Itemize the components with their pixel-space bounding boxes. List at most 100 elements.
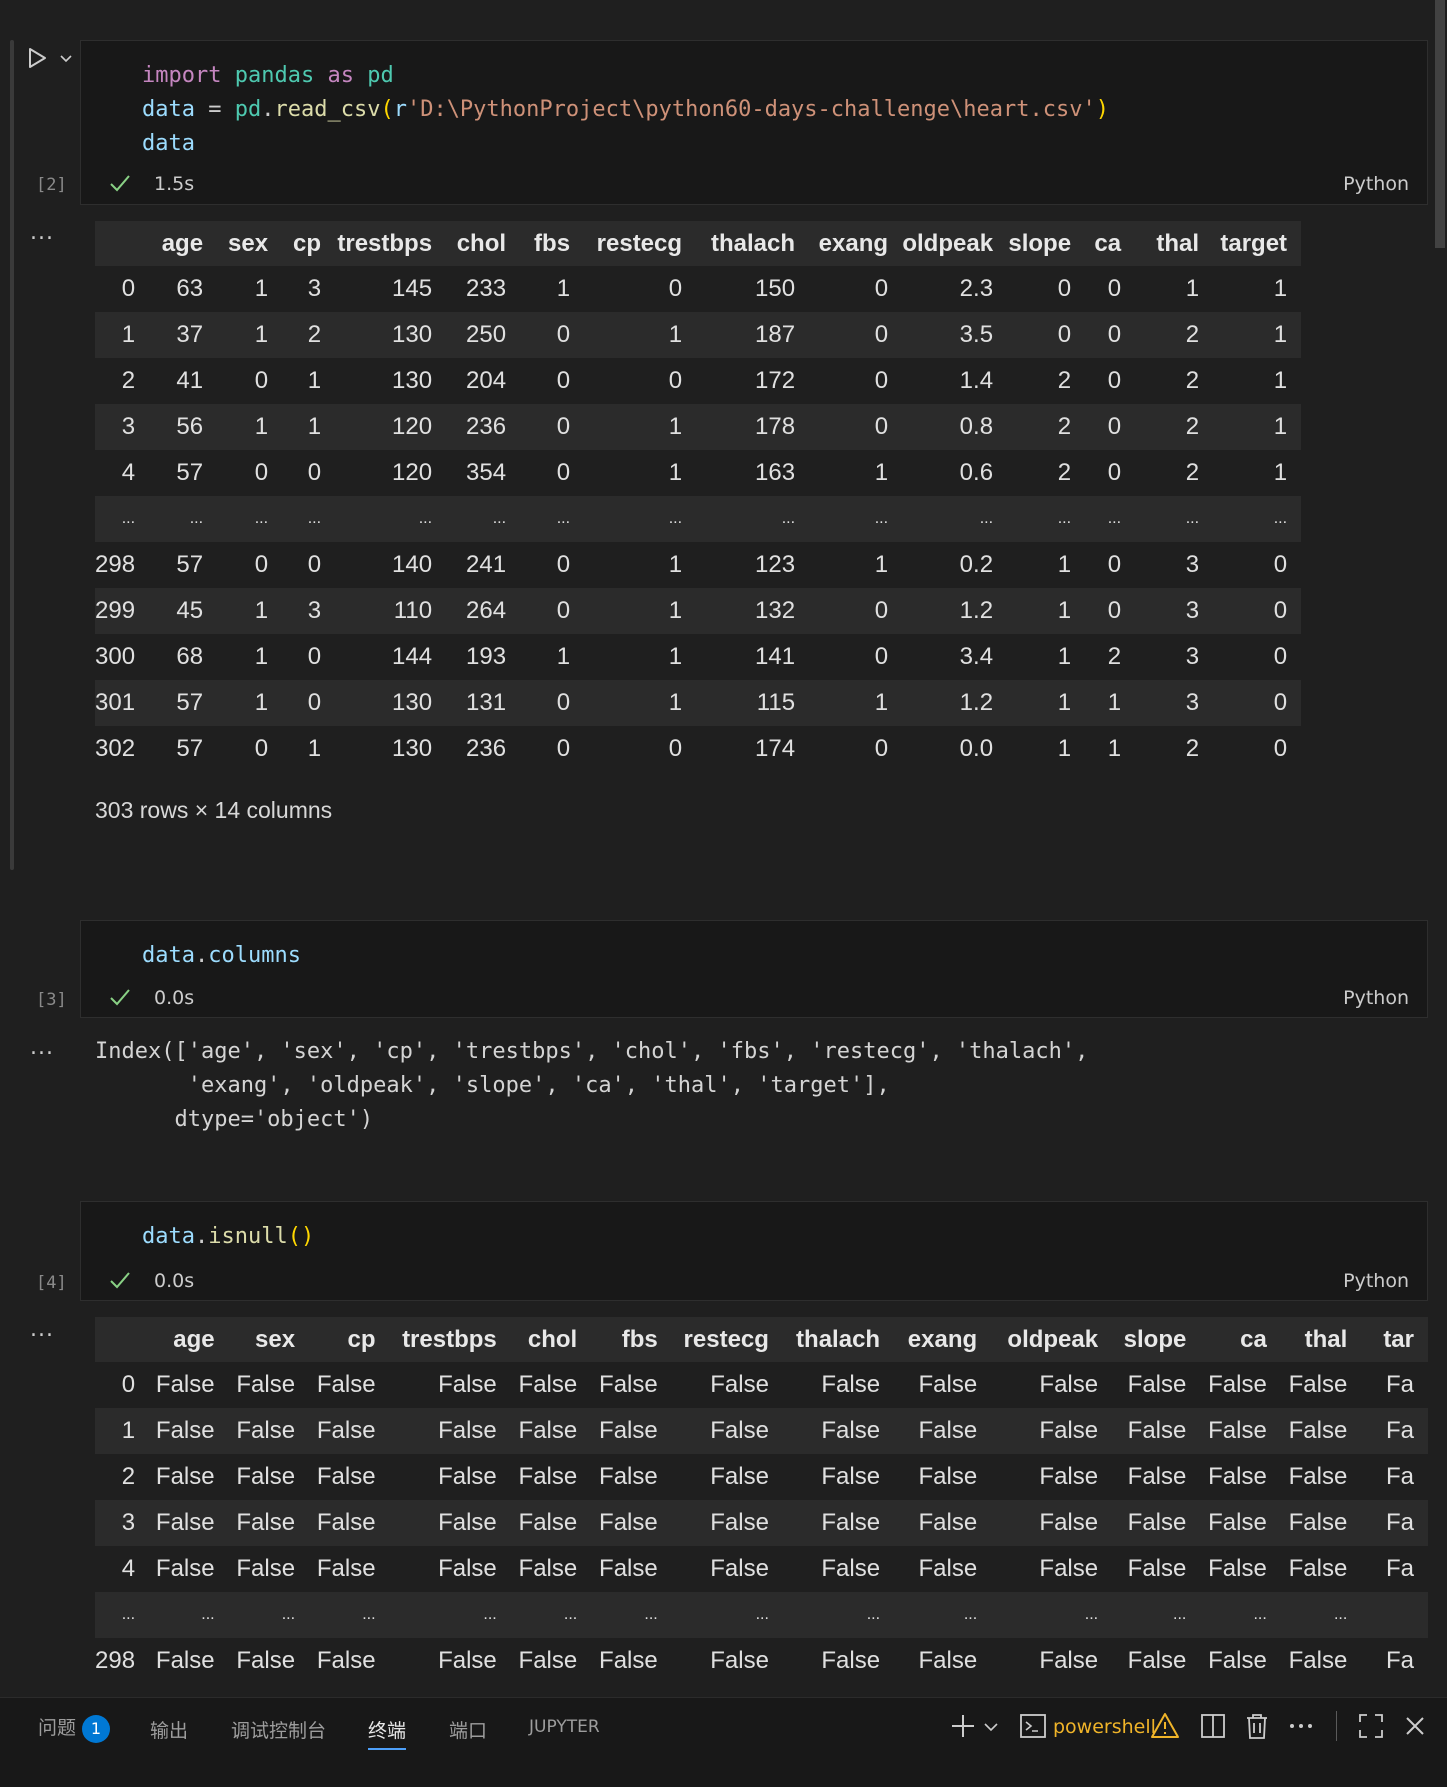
scrollbar-thumb[interactable] <box>1435 0 1445 248</box>
warning-icon[interactable] <box>1150 1711 1180 1741</box>
problems-count-badge: 1 <box>82 1714 111 1743</box>
tab-ports[interactable]: 端口 <box>449 1716 487 1752</box>
language-label[interactable]: Python <box>1343 1270 1409 1292</box>
language-label[interactable]: Python <box>1343 987 1409 1009</box>
table-row: 0 63 1 3 145 233 1 0 150 0 2.3 0 0 1 1 <box>95 266 1302 312</box>
table-cell: 1 <box>282 404 336 450</box>
chevron-down-icon[interactable] <box>58 50 74 66</box>
vertical-scrollbar[interactable] <box>1433 0 1447 1700</box>
column-header: slope <box>1112 1317 1201 1362</box>
check-icon <box>110 989 130 1006</box>
table-cell: False <box>1280 1408 1362 1454</box>
table-cell: False <box>1280 1546 1362 1592</box>
table-cell: False <box>991 1546 1113 1592</box>
check-icon <box>110 175 130 192</box>
table-cell: 0 <box>1213 634 1302 680</box>
execution-time: 1.5s <box>154 173 195 195</box>
plus-icon[interactable] <box>948 1711 978 1741</box>
table-cell: 178 <box>696 404 810 450</box>
table-cell: False <box>782 1408 895 1454</box>
execution-count: [2] <box>36 175 67 195</box>
tab-output[interactable]: 输出 <box>150 1716 188 1752</box>
table-cell: 1 <box>1007 680 1086 726</box>
table-row: 4 57 0 0 120 354 0 1 163 1 0.6 2 0 2 1 <box>95 450 1302 496</box>
output-more-icon[interactable]: ... <box>30 220 54 245</box>
code-cell-3[interactable]: data.isnull() 0.0s Python <box>80 1201 1428 1301</box>
execution-time: 0.0s <box>154 987 195 1009</box>
table-cell: 233 <box>446 266 521 312</box>
table-cell: 2 <box>282 312 336 358</box>
table-cell: False <box>1280 1362 1362 1408</box>
tab-terminal[interactable]: 终端 <box>368 1716 407 1752</box>
terminal-shell-name[interactable]: powershell <box>1053 1716 1156 1738</box>
table-cell: 0 <box>1085 588 1136 634</box>
table-cell: False <box>894 1546 992 1592</box>
tab-debug-console[interactable]: 调试控制台 <box>231 1716 326 1752</box>
row-index: 4 <box>95 450 150 496</box>
table-cell: 57 <box>149 450 218 496</box>
close-icon[interactable] <box>1400 1711 1430 1741</box>
table-cell: 2 <box>1135 726 1214 772</box>
table-cell: ... <box>696 496 810 542</box>
output-more-icon[interactable]: ... <box>30 1317 54 1342</box>
table-cell: 1 <box>809 542 903 588</box>
split-icon[interactable] <box>1198 1711 1228 1741</box>
table-cell: 132 <box>696 588 810 634</box>
index-header <box>95 221 150 266</box>
check-icon <box>110 1272 130 1289</box>
maximize-icon[interactable] <box>1356 1711 1386 1741</box>
table-cell: 0.2 <box>902 542 1008 588</box>
table-cell: 1 <box>217 312 283 358</box>
column-header: tar <box>1361 1317 1428 1362</box>
column-header: slope <box>1007 221 1086 266</box>
code-cell-1[interactable]: import pandas as pd data = pd.read_csv(r… <box>80 40 1428 205</box>
table-cell: 1 <box>584 312 697 358</box>
chevron-down-icon[interactable] <box>982 1711 1000 1741</box>
table-cell: 57 <box>149 680 218 726</box>
table-cell: 1.4 <box>902 358 1008 404</box>
table-cell: False <box>510 1454 592 1500</box>
output-scroll-area[interactable]: age sex cp trestbps chol fbs restecg thalach exa… <box>95 1317 1428 1697</box>
table-cell: 1 <box>584 450 697 496</box>
output-more-icon[interactable]: ... <box>30 1035 54 1060</box>
execution-time: 0.0s <box>154 1270 195 1292</box>
table-row: 3 False False False False False False False Fals… <box>95 1500 1428 1546</box>
table-cell: 0 <box>520 404 585 450</box>
more-icon[interactable] <box>1286 1711 1316 1741</box>
table-cell: ... <box>991 1592 1113 1638</box>
table-cell: False <box>149 1454 229 1500</box>
table-cell: 1 <box>809 450 903 496</box>
table-row: 2 False False False False False False False Fals… <box>95 1454 1428 1500</box>
column-header: ca <box>1085 221 1136 266</box>
code-cell-2[interactable]: data.columns 0.0s Python <box>80 920 1428 1018</box>
table-cell: 0 <box>520 358 585 404</box>
table-cell: 131 <box>446 680 521 726</box>
table-cell: False <box>591 1454 672 1500</box>
table-cell: 110 <box>335 588 447 634</box>
table-row: 2 41 0 1 130 204 0 0 172 0 1.4 2 0 2 1 <box>95 358 1302 404</box>
table-cell: False <box>228 1546 310 1592</box>
table-row: 298 57 0 0 140 241 0 1 123 1 0.2 1 0 3 0 <box>95 542 1302 588</box>
table-row: ........................................… <box>95 496 1302 542</box>
language-label[interactable]: Python <box>1343 173 1409 195</box>
table-cell: 3 <box>1135 588 1214 634</box>
table-cell: False <box>389 1362 511 1408</box>
tab-jupyter[interactable]: JUPYTER <box>529 1717 600 1753</box>
execution-count: [3] <box>36 990 67 1010</box>
execution-count: [4] <box>36 1273 67 1293</box>
table-cell: Fa <box>1361 1500 1428 1546</box>
trash-icon[interactable] <box>1242 1711 1272 1741</box>
terminal-icon <box>1020 1714 1046 1738</box>
table-cell: False <box>991 1454 1113 1500</box>
table-cell: False <box>671 1500 783 1546</box>
run-cell-icon[interactable] <box>26 47 48 69</box>
toolbar-divider <box>1336 1711 1337 1741</box>
table-cell: False <box>228 1454 310 1500</box>
table-cell: 0 <box>217 450 283 496</box>
table-cell: False <box>1200 1546 1281 1592</box>
tab-problems[interactable]: 问题 1 <box>38 1713 111 1749</box>
table-cell: 204 <box>446 358 521 404</box>
table-cell: ... <box>217 496 283 542</box>
table-cell: 1 <box>1213 312 1302 358</box>
table-cell: 1 <box>1007 726 1086 772</box>
